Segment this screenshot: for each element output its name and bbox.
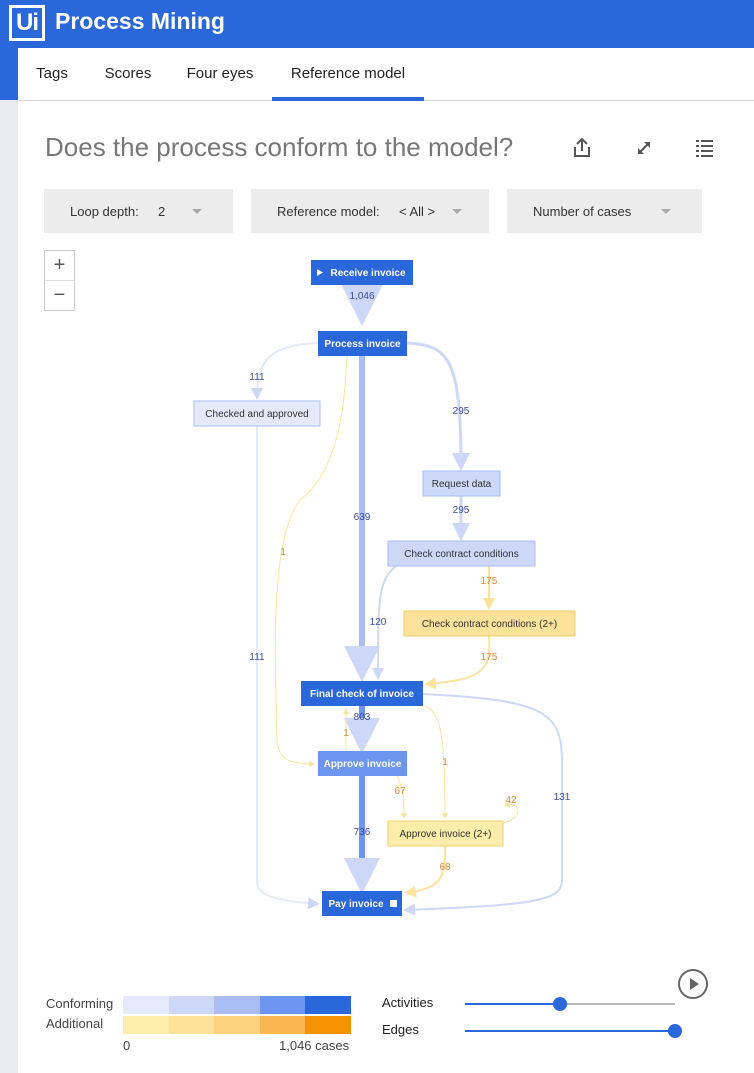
activities-slider[interactable] bbox=[465, 997, 675, 1011]
edge-label: 68 bbox=[439, 862, 451, 873]
node-ccc[interactable]: Check contract conditions bbox=[387, 540, 536, 567]
end-icon bbox=[390, 900, 397, 907]
uipath-logo: Ui bbox=[9, 5, 45, 41]
play-animation-button[interactable] bbox=[678, 969, 708, 999]
edge-label: 1,046 bbox=[349, 291, 374, 302]
edges-slider-fill bbox=[465, 1030, 675, 1032]
page-title: Does the process conform to the model? bbox=[45, 132, 514, 162]
tab-bar: Tags Scores Four eyes Reference model bbox=[18, 48, 754, 101]
share-icon bbox=[574, 137, 590, 157]
legend-swatch bbox=[168, 1016, 215, 1034]
edge-label: 131 bbox=[554, 792, 571, 803]
legend-swatch bbox=[305, 1016, 351, 1034]
node-receive[interactable]: Receive invoice bbox=[311, 260, 413, 285]
edge-label: 803 bbox=[354, 712, 371, 723]
edge-label: 120 bbox=[370, 617, 387, 628]
activities-slider-handle[interactable] bbox=[552, 997, 567, 1011]
node-label: Request data bbox=[432, 479, 492, 490]
tab-four-eyes[interactable]: Four eyes bbox=[180, 48, 260, 101]
edge-process-to-checked[interactable] bbox=[251, 342, 319, 400]
edge-label: 1 bbox=[343, 728, 349, 739]
activities-slider-fill bbox=[465, 1003, 560, 1005]
edge-label: 639 bbox=[354, 512, 371, 523]
edges-slider-handle[interactable] bbox=[668, 1024, 682, 1038]
legend-conforming-label: Conforming bbox=[46, 996, 114, 1011]
legend-min-label: 0 bbox=[123, 1038, 131, 1053]
edge-approve-to-approve2[interactable] bbox=[396, 775, 407, 819]
edge-label: 111 bbox=[249, 372, 265, 383]
edge-label: 1 bbox=[442, 757, 448, 768]
edges-slider[interactable] bbox=[465, 1024, 682, 1038]
edge-label: 1 bbox=[280, 547, 286, 558]
edge-label: 42 bbox=[505, 795, 517, 806]
edge-label: 736 bbox=[354, 827, 371, 838]
activities-slider-label: Activities bbox=[382, 995, 434, 1010]
node-ccc2[interactable]: Check contract conditions (2+) bbox=[403, 610, 576, 637]
legend-swatch bbox=[168, 996, 215, 1014]
node-label: Pay invoice bbox=[328, 899, 383, 910]
tab-reference-model[interactable]: Reference model bbox=[272, 48, 424, 101]
node-label: Receive invoice bbox=[330, 268, 405, 279]
node-request[interactable]: Request data bbox=[422, 470, 501, 497]
list-view-button[interactable] bbox=[691, 134, 719, 162]
node-approve2[interactable]: Approve invoice (2+) bbox=[387, 820, 504, 847]
node-label: Approve invoice (2+) bbox=[400, 829, 492, 840]
legend-additional-scale bbox=[123, 1016, 351, 1034]
edge-approve2-to-approve2[interactable] bbox=[502, 801, 519, 824]
node-label: Check contract conditions (2+) bbox=[422, 619, 557, 630]
tab-tags[interactable]: Tags bbox=[26, 48, 78, 101]
node-label: Checked and approved bbox=[205, 409, 308, 420]
edge-label: 67 bbox=[394, 786, 406, 797]
fullscreen-button[interactable] bbox=[630, 134, 658, 162]
node-label: Final check of invoice bbox=[310, 689, 414, 700]
legend-additional-label: Additional bbox=[46, 1016, 104, 1031]
node-checked[interactable]: Checked and approved bbox=[193, 400, 321, 427]
node-label: Approve invoice bbox=[324, 759, 402, 770]
legend-max-label: 1,046 cases bbox=[279, 1038, 350, 1053]
node-process[interactable]: Process invoice bbox=[318, 331, 407, 356]
legend-conforming-scale bbox=[123, 996, 351, 1014]
edge-label: 295 bbox=[453, 406, 470, 417]
legend-swatch bbox=[305, 996, 351, 1014]
tab-scores[interactable]: Scores bbox=[96, 48, 160, 101]
legend-swatch bbox=[214, 996, 260, 1014]
node-label: Check contract conditions bbox=[404, 549, 519, 560]
expand-icon bbox=[638, 142, 650, 154]
node-pay[interactable]: Pay invoice bbox=[322, 891, 402, 916]
edge-final-to-pay[interactable] bbox=[403, 693, 563, 916]
process-graph[interactable]: 1,046 111 295 639 1 295 175 120 175 111 803 1 1 131 67… bbox=[0, 200, 754, 930]
node-final[interactable]: Final check of invoice bbox=[301, 681, 423, 706]
legend-swatch bbox=[259, 1016, 306, 1034]
edges-slider-label: Edges bbox=[382, 1022, 419, 1037]
node-label: Process invoice bbox=[324, 339, 401, 350]
edge-checked-to-pay[interactable] bbox=[256, 426, 320, 910]
app-title: Process Mining bbox=[55, 8, 225, 34]
legend-swatch bbox=[259, 996, 306, 1014]
legend-swatch bbox=[123, 1016, 169, 1034]
edge-label: 295 bbox=[453, 505, 470, 516]
edge-label: 175 bbox=[481, 576, 498, 587]
list-icon bbox=[696, 140, 713, 157]
share-button[interactable] bbox=[568, 134, 596, 162]
node-approve[interactable]: Approve invoice bbox=[318, 751, 407, 776]
legend-swatch bbox=[214, 1016, 260, 1034]
legend-swatch bbox=[123, 996, 169, 1014]
edge-label: 111 bbox=[249, 652, 265, 663]
edge-label: 175 bbox=[481, 652, 498, 663]
